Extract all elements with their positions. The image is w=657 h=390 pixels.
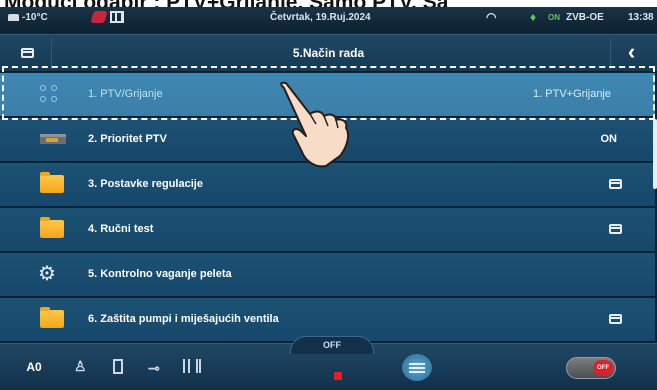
menu-icon[interactable] bbox=[402, 354, 432, 381]
gear-icon: ⚙ bbox=[38, 263, 56, 285]
date-label: Četvrtak, 19.Ruj.2024 bbox=[270, 12, 371, 23]
flame-icon: ♦ bbox=[530, 10, 537, 24]
menu-item-value: ON bbox=[600, 133, 618, 145]
tap-icon[interactable]: ⊸ bbox=[148, 360, 160, 377]
flame-icon[interactable]: ♙ bbox=[74, 358, 87, 375]
controller-screen: -10°C Četvrtak, 19.Ruj.2024 ◠ ♦ ON ZVB-O… bbox=[0, 7, 657, 390]
wifi-icon: ◠ bbox=[486, 10, 497, 24]
alarm-icon[interactable] bbox=[90, 11, 108, 23]
menu-item-value: 1. PTV+Grijanje bbox=[533, 88, 611, 100]
menu-item-label: 4. Ručni test bbox=[88, 223, 154, 235]
submenu-icon bbox=[609, 314, 622, 324]
folder-icon bbox=[40, 172, 64, 193]
device-icon bbox=[40, 134, 66, 144]
mode-button[interactable]: A0 bbox=[14, 354, 54, 380]
burner-on-label: ON bbox=[548, 13, 560, 22]
power-toggle-icon[interactable]: OFF bbox=[566, 357, 616, 379]
menu-header: 5.Način rada ‹ bbox=[0, 34, 657, 72]
folder-icon bbox=[40, 307, 64, 328]
menu-item-label: 6. Zaštita pumpi i miješajućih ventila bbox=[88, 313, 279, 325]
grid-icon[interactable] bbox=[110, 11, 124, 23]
outdoor-temperature: -10°C bbox=[22, 12, 48, 23]
menu-item-kontrolno-vaganje[interactable]: ⚙ 5. Kontrolno vaganje peleta bbox=[0, 253, 655, 297]
menu-item-rucni-test[interactable]: 4. Ručni test bbox=[0, 208, 655, 252]
bottom-bar: A0 ♙ ⊸ OFF OFF bbox=[0, 336, 657, 390]
folder-icon bbox=[40, 217, 64, 238]
menu-item-label: 3. Postavke regulacije bbox=[88, 178, 203, 190]
menu-item-label: 2. Prioritet PTV bbox=[88, 133, 167, 145]
tank-icon[interactable] bbox=[113, 359, 123, 374]
scrollbar[interactable] bbox=[653, 119, 657, 189]
radiator-icon[interactable] bbox=[183, 359, 201, 373]
clock: 13:38 bbox=[628, 12, 654, 23]
stop-indicator-icon bbox=[334, 372, 342, 380]
submenu-icon bbox=[609, 224, 622, 234]
back-button[interactable]: ‹ bbox=[610, 38, 652, 69]
off-tab[interactable]: OFF bbox=[290, 336, 374, 354]
dots-icon bbox=[40, 85, 62, 105]
page-title: 5.Način rada bbox=[292, 46, 365, 60]
menu-item-label: 1. PTV/Grijanje bbox=[88, 88, 163, 100]
menu-item-label: 5. Kontrolno vaganje peleta bbox=[88, 268, 232, 280]
pointing-hand-icon bbox=[280, 81, 349, 168]
thermometer-icon bbox=[8, 14, 19, 21]
submenu-icon bbox=[609, 179, 622, 189]
toggle-off-label: OFF bbox=[593, 360, 613, 376]
device-code: ZVB-OE bbox=[566, 12, 604, 23]
status-bar: -10°C Četvrtak, 19.Ruj.2024 ◠ ♦ ON ZVB-O… bbox=[0, 7, 657, 29]
